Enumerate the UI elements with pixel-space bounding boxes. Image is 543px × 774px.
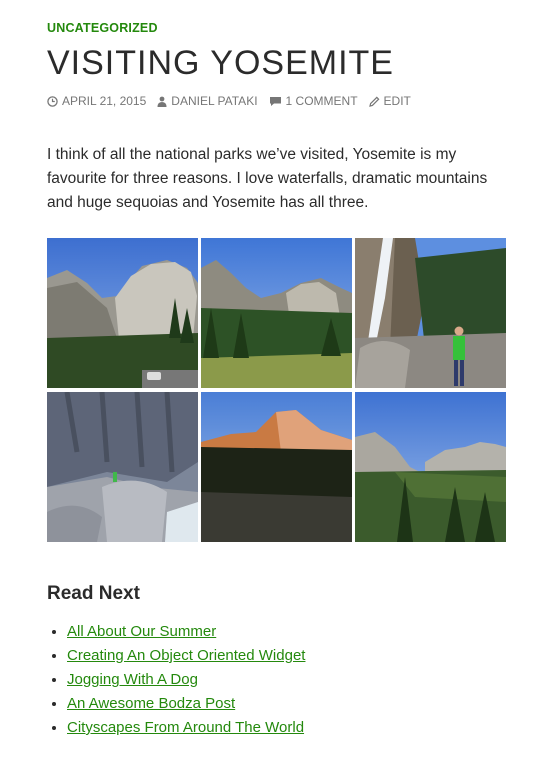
read-next-link[interactable]: All About Our Summer [67, 623, 216, 640]
read-next-heading: Read Next [47, 583, 140, 604]
gallery-thumb-valley-meadow[interactable] [201, 238, 352, 388]
comment-bubble-icon [269, 96, 281, 106]
list-item: An Awesome Bodza Post [67, 692, 305, 716]
user-icon [157, 96, 167, 107]
list-item: Jogging With A Dog [67, 668, 305, 692]
read-next-link[interactable]: Jogging With A Dog [67, 671, 198, 688]
comments-link[interactable]: 1 COMMENT [286, 94, 358, 108]
read-next-link[interactable]: Creating An Object Oriented Widget [67, 647, 305, 664]
gallery-thumb-waterfall[interactable] [355, 238, 506, 388]
category-link[interactable]: UNCATEGORIZED [47, 21, 158, 35]
read-next-link[interactable]: An Awesome Bodza Post [67, 695, 235, 712]
post-intro: I think of all the national parks we’ve … [47, 146, 488, 211]
edit-link[interactable]: EDIT [384, 94, 411, 108]
post-title: VISITING YOSEMITE [47, 44, 394, 82]
date-link[interactable]: APRIL 21, 2015 [62, 94, 146, 108]
read-next-link[interactable]: Cityscapes From Around The World [67, 719, 304, 736]
post-meta: APRIL 21, 2015 DANIEL PATAKI 1 COMMENT E… [47, 94, 422, 108]
list-item: Cityscapes From Around The World [67, 716, 305, 740]
gallery-thumb-granite-rocks[interactable] [47, 392, 198, 542]
post-author[interactable]: DANIEL PATAKI [157, 94, 258, 108]
valley-meadow-photo [201, 238, 352, 388]
gallery-thumb-el-capitan[interactable] [47, 238, 198, 388]
el-capitan-photo [47, 238, 198, 388]
list-item: Creating An Object Oriented Widget [67, 644, 305, 668]
photo-gallery [47, 238, 506, 542]
post-edit[interactable]: EDIT [368, 94, 411, 108]
granite-rocks-photo [47, 392, 198, 542]
gallery-thumb-sunset-peak[interactable] [201, 392, 352, 542]
gallery-thumb-tunnel-view[interactable] [355, 392, 506, 542]
post-date[interactable]: APRIL 21, 2015 [47, 94, 146, 108]
post-comments[interactable]: 1 COMMENT [269, 94, 358, 108]
list-item: All About Our Summer [67, 620, 305, 644]
tunnel-view-photo [355, 392, 506, 542]
clock-icon [47, 95, 58, 107]
pencil-icon [368, 96, 379, 107]
sunset-peak-photo [201, 392, 352, 542]
author-link[interactable]: DANIEL PATAKI [171, 94, 257, 108]
waterfall-hiker-photo [355, 238, 506, 388]
read-next-list: All About Our Summer Creating An Object … [47, 620, 305, 740]
